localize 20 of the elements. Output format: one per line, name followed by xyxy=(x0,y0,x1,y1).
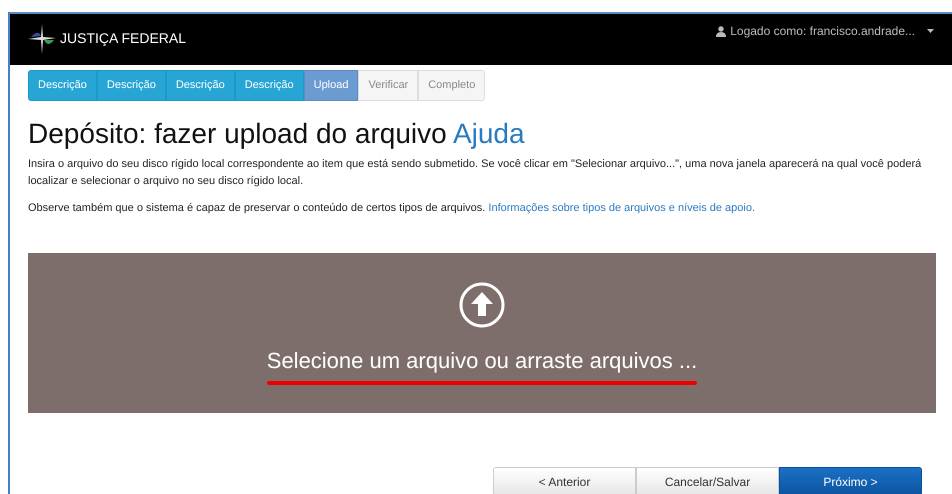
instruction-text: Insira o arquivo do seu disco rígido local correspondente ao item que está sendo submetido. Se você clicar em "Selecionar arquivo...", uma nova janela aparecerá na qual você poderá localizar e selecionar o arquivo no seu disco rígido local. xyxy=(28,157,922,190)
dropzone-label: Selecione um arquivo ou arraste arquivos ... xyxy=(266,346,698,375)
upload-icon xyxy=(459,282,505,328)
info-link[interactable]: Informações sobre tipos de arquivos e níveis de apoio. xyxy=(488,202,756,214)
step-tab[interactable]: Descrição xyxy=(166,70,235,100)
help-link[interactable]: Ajuda xyxy=(452,118,525,148)
step-tab[interactable]: Descrição xyxy=(96,70,166,100)
step-tab[interactable]: Descrição xyxy=(28,70,97,100)
caret-icon xyxy=(927,29,934,33)
nav-button[interactable]: Cancelar/Salvar xyxy=(636,467,779,494)
brand-name: JUSTIÇA FEDERAL xyxy=(60,29,186,48)
user-icon xyxy=(716,26,726,36)
user-menu[interactable]: Logado como: francisco.andrade... xyxy=(716,22,934,40)
page-title: Depósito: fazer upload do arquivo xyxy=(28,118,447,148)
step-tab[interactable]: Upload xyxy=(304,70,358,100)
instruction-text: Observe também que o sistema é capaz de preservar o conteúdo de certos tipos de arquivos. Informações sobre tipos de arquivos e níveis de apoio. xyxy=(28,201,756,216)
nav-button[interactable]: < Anterior xyxy=(493,467,636,494)
upload-dropzone[interactable]: Selecione um arquivo ou arraste arquivos ... xyxy=(28,253,936,414)
step-tab[interactable]: Descrição xyxy=(234,70,304,100)
nav-button[interactable]: Próximo > xyxy=(779,467,922,494)
